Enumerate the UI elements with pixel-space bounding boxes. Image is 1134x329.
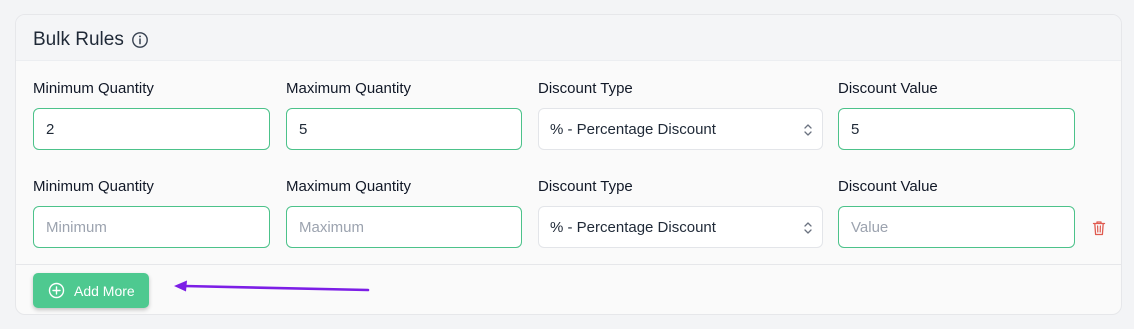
discount-type-value: % - Percentage Discount xyxy=(550,219,716,236)
divider xyxy=(16,264,1121,265)
discount-value-label: Discount Value xyxy=(838,80,938,97)
min-quantity-label: Minimum Quantity xyxy=(33,178,154,195)
card-title: Bulk Rules xyxy=(33,29,124,50)
annotation-arrow-icon xyxy=(174,280,370,292)
plus-circle-icon xyxy=(48,282,65,299)
discount-value-label: Discount Value xyxy=(838,178,938,195)
max-quantity-input[interactable] xyxy=(286,206,522,248)
card-header: Bulk Rules xyxy=(16,15,1121,61)
min-quantity-input[interactable] xyxy=(33,206,270,248)
min-quantity-input[interactable] xyxy=(33,108,270,150)
chevron-up-down-icon xyxy=(804,124,812,136)
add-more-button[interactable]: Add More xyxy=(33,273,149,308)
discount-value-input[interactable] xyxy=(838,206,1075,248)
add-more-label: Add More xyxy=(74,283,135,299)
trash-icon[interactable] xyxy=(1092,220,1106,236)
discount-type-value: % - Percentage Discount xyxy=(550,121,716,138)
discount-type-label: Discount Type xyxy=(538,178,633,195)
chevron-up-down-icon xyxy=(804,222,812,234)
min-quantity-label: Minimum Quantity xyxy=(33,80,154,97)
discount-type-label: Discount Type xyxy=(538,80,633,97)
bulk-rules-card: Bulk Rules Minimum Quantity Maximum Quan… xyxy=(15,14,1122,315)
max-quantity-label: Maximum Quantity xyxy=(286,80,412,97)
max-quantity-input[interactable] xyxy=(286,108,522,150)
discount-value-input[interactable] xyxy=(838,108,1075,150)
discount-type-select[interactable]: % - Percentage Discount xyxy=(538,206,823,248)
max-quantity-label: Maximum Quantity xyxy=(286,178,412,195)
info-icon[interactable] xyxy=(131,31,149,49)
discount-type-select[interactable]: % - Percentage Discount xyxy=(538,108,823,150)
